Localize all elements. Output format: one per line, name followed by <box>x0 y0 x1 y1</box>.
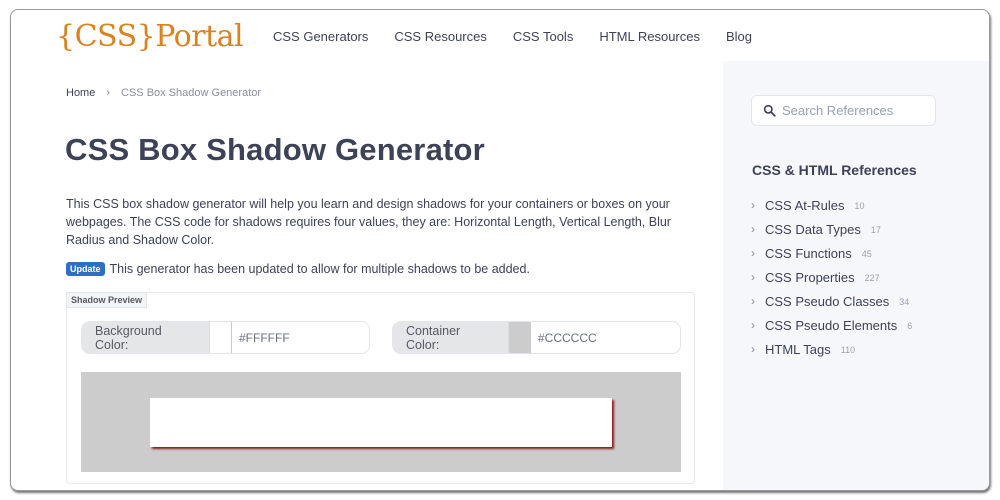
reference-count: 45 <box>861 249 872 259</box>
nav-html-resources[interactable]: HTML Resources <box>599 29 700 44</box>
reference-count: 10 <box>854 201 865 211</box>
chevron-right-icon: › <box>751 342 755 356</box>
nav-css-generators[interactable]: CSS Generators <box>273 29 368 44</box>
search-input[interactable] <box>782 103 922 118</box>
container-color-swatch[interactable] <box>508 322 531 353</box>
chevron-right-icon: › <box>751 294 755 308</box>
background-color-label: Background Color: <box>82 322 210 353</box>
reference-count: 6 <box>907 321 913 331</box>
chevron-right-icon: › <box>751 270 755 284</box>
references-list: › CSS At-Rules 10 › CSS Data Types 17 › CSS F… <box>751 193 912 361</box>
reference-label: CSS Data Types <box>765 221 861 237</box>
reference-item[interactable]: › CSS Data Types 17 <box>751 217 912 241</box>
search-icon <box>763 104 776 117</box>
reference-item[interactable]: › CSS Functions 45 <box>751 241 912 265</box>
reference-count: 34 <box>899 297 910 307</box>
reference-item[interactable]: › CSS Pseudo Classes 34 <box>751 289 912 313</box>
reference-label: HTML Tags <box>765 341 831 357</box>
background-color-swatch[interactable] <box>209 322 232 353</box>
reference-label: CSS Pseudo Elements <box>765 317 898 333</box>
shadow-preview-panel: Shadow Preview Background Color: Contain… <box>66 292 695 484</box>
chevron-right-icon: › <box>751 198 755 212</box>
reference-count: 17 <box>870 225 881 235</box>
intro-paragraph: This CSS box shadow generator will help … <box>66 197 671 247</box>
reference-count: 227 <box>864 273 880 283</box>
background-color-input[interactable] <box>232 322 369 353</box>
breadcrumb-current: CSS Box Shadow Generator <box>121 87 262 99</box>
search-references[interactable] <box>751 95 936 126</box>
browser-window: {CSS}Portal CSS Generators CSS Resources… <box>10 9 990 491</box>
preview-shadow-box <box>150 398 612 447</box>
page-title: CSS Box Shadow Generator <box>65 132 485 167</box>
site-logo[interactable]: {CSS}Portal <box>56 19 244 54</box>
container-color-input[interactable] <box>531 322 680 353</box>
references-heading: CSS & HTML References <box>752 162 917 178</box>
reference-label: CSS Functions <box>765 245 852 261</box>
chevron-right-icon: › <box>751 318 755 332</box>
reference-item[interactable]: › CSS At-Rules 10 <box>751 193 912 217</box>
nav-css-tools[interactable]: CSS Tools <box>513 29 573 44</box>
preview-container <box>81 372 681 472</box>
reference-item[interactable]: › CSS Pseudo Elements 6 <box>751 313 912 337</box>
nav-css-resources[interactable]: CSS Resources <box>394 29 486 44</box>
reference-item[interactable]: › HTML Tags 110 <box>751 337 912 361</box>
breadcrumb: Home › CSS Box Shadow Generator <box>66 87 261 99</box>
container-color-field: Container Color: <box>392 321 681 354</box>
breadcrumb-home[interactable]: Home <box>66 87 95 99</box>
container-color-label: Container Color: <box>393 322 509 353</box>
reference-item[interactable]: › CSS Properties 227 <box>751 265 912 289</box>
reference-label: CSS Pseudo Classes <box>765 293 890 309</box>
shadow-preview-label: Shadow Preview <box>66 292 148 308</box>
reference-label: CSS At-Rules <box>765 197 845 213</box>
update-text: This generator has been updated to allow… <box>109 262 530 276</box>
chevron-right-icon: › <box>106 87 111 99</box>
nav-blog[interactable]: Blog <box>726 29 752 44</box>
main-nav: CSS Generators CSS Resources CSS Tools H… <box>273 29 778 44</box>
chevron-right-icon: › <box>751 246 755 260</box>
update-notice: Update This generator has been updated t… <box>66 262 530 276</box>
reference-count: 110 <box>840 345 856 355</box>
reference-label: CSS Properties <box>765 269 855 285</box>
update-badge: Update <box>66 262 105 276</box>
background-color-field: Background Color: <box>81 321 370 354</box>
chevron-right-icon: › <box>751 222 755 236</box>
sidebar: CSS & HTML References › CSS At-Rules 10 › C… <box>723 61 989 490</box>
